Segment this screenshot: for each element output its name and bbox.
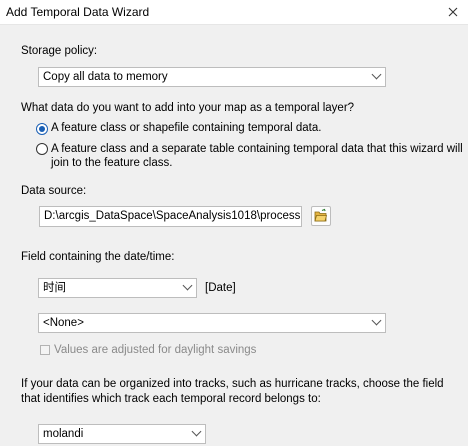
chevron-down-icon — [371, 315, 382, 326]
title-bar: Add Temporal Data Wizard — [0, 0, 468, 25]
chevron-down-icon — [191, 426, 202, 437]
radio-feature-class-label: A feature class or shapefile containing … — [51, 122, 322, 134]
date-format-value: <None> — [43, 317, 84, 329]
data-source-input[interactable]: D:\arcgis_DataSpace\SpaceAnalysis1018\pr… — [39, 206, 302, 227]
wizard-content: Storage policy: Copy all data to memory … — [0, 25, 468, 446]
radio-feature-class[interactable]: A feature class or shapefile containing … — [36, 122, 321, 135]
close-icon — [448, 7, 458, 17]
data-source-value: D:\arcgis_DataSpace\SpaceAnalysis1018\pr… — [44, 210, 302, 222]
radio-button[interactable] — [36, 143, 48, 155]
data-source-label: Data source: — [21, 185, 87, 197]
date-field-select[interactable]: 时间 — [38, 278, 197, 298]
track-field-select[interactable]: molandi — [38, 424, 206, 444]
tracks-description-line2: that identifies which track each tempora… — [21, 393, 321, 405]
tracks-description-line1: If your data can be organized into track… — [21, 378, 444, 390]
window-title: Add Temporal Data Wizard — [6, 5, 150, 19]
tracks-description: If your data can be organized into track… — [21, 377, 444, 407]
checkbox-box[interactable] — [40, 345, 50, 355]
radio-feature-class-and-table[interactable]: A feature class and a separate table con… — [36, 142, 463, 170]
date-field-value: 时间 — [43, 282, 66, 294]
close-button[interactable] — [438, 0, 468, 24]
browse-button[interactable] — [311, 206, 331, 226]
radio-join-label-line1: A feature class and a separate table con… — [51, 143, 463, 155]
storage-policy-select[interactable]: Copy all data to memory — [38, 67, 386, 87]
data-type-question: What data do you want to add into your m… — [21, 102, 355, 114]
storage-policy-value: Copy all data to memory — [43, 71, 168, 83]
date-field-label: Field containing the date/time: — [21, 251, 175, 263]
date-format-select[interactable]: <None> — [38, 313, 386, 333]
radio-button-selected[interactable] — [36, 123, 48, 135]
radio-join-label-line2: join to the feature class. — [51, 157, 173, 169]
date-field-type: [Date] — [205, 282, 236, 294]
daylight-savings-label: Values are adjusted for daylight savings — [54, 344, 257, 356]
open-folder-icon — [314, 208, 328, 222]
storage-policy-label: Storage policy: — [21, 45, 98, 57]
chevron-down-icon — [182, 280, 193, 291]
track-field-value: molandi — [43, 428, 84, 440]
daylight-savings-checkbox[interactable]: Values are adjusted for daylight savings — [40, 344, 256, 356]
chevron-down-icon — [371, 69, 382, 80]
